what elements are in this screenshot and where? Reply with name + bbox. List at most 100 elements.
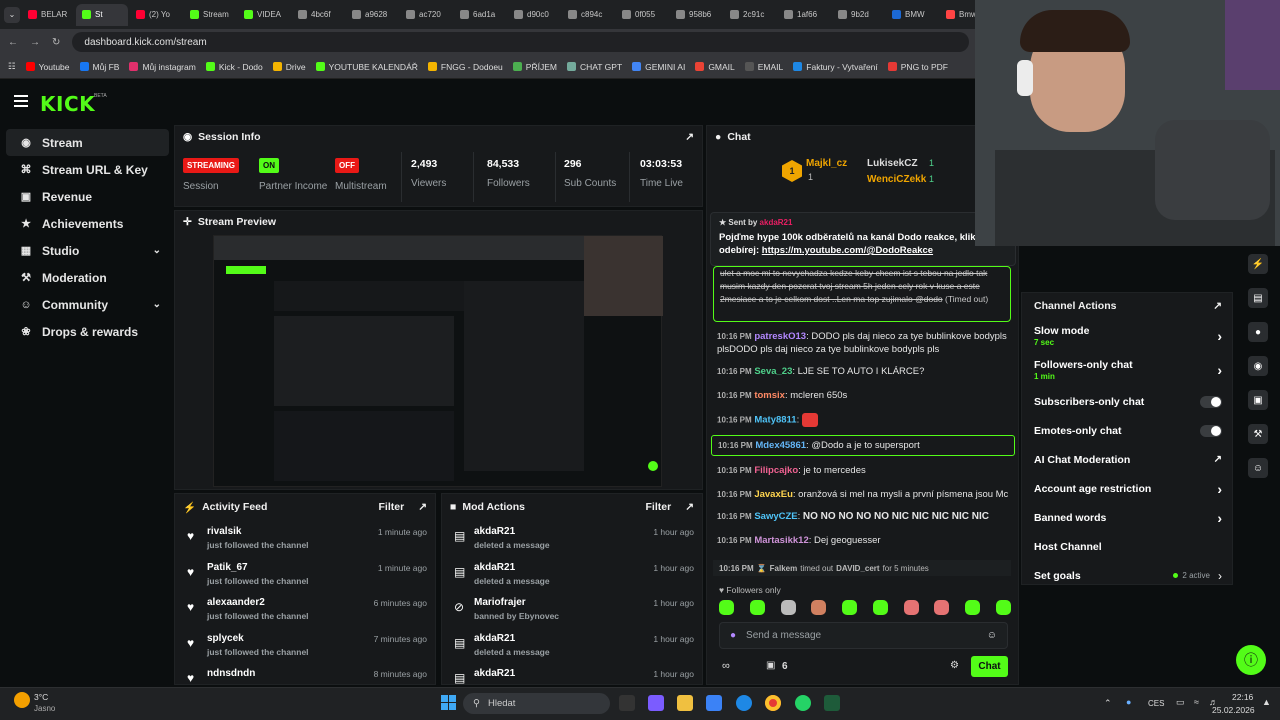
bookmark-item[interactable]: PNG to PDF [887, 62, 948, 72]
channel-action-ai-chat-moderation[interactable]: AI Chat Moderation ↗ [1022, 445, 1232, 474]
partner-income-toggle[interactable]: ON [259, 158, 279, 173]
feed-row[interactable]: ⊘ Mariofrajer banned by Ebynovec 1 hour ago [442, 591, 702, 627]
sidebar-item-revenue[interactable]: ▣ Revenue [6, 183, 169, 210]
monitor-icon[interactable]: ▭ [1176, 697, 1185, 708]
chat-message[interactable]: 10:16 PM JavaxEu: oranžová si mel na mys… [711, 485, 1015, 504]
browser-tab[interactable]: St [76, 3, 128, 26]
bookmark-item[interactable]: CHAT GPT [566, 62, 622, 72]
bookmark-item[interactable]: PŘÍJEM [512, 62, 557, 72]
bookmark-item[interactable]: Můj FB [79, 62, 119, 72]
microphone-icon[interactable]: ● [730, 630, 736, 641]
channel-action-followers-only-chat[interactable]: Followers-only chat 1 min › [1022, 353, 1232, 387]
channel-action-slow-mode[interactable]: Slow mode 7 sec › [1022, 319, 1232, 353]
browser-tab[interactable]: BMW [886, 4, 938, 26]
chat-message[interactable]: 10:16 PM Maty8811: [711, 410, 1015, 430]
wifi-icon[interactable]: ≈ [1194, 697, 1199, 707]
back-icon[interactable]: ← [8, 37, 18, 48]
copilot-icon[interactable] [648, 695, 664, 711]
feed-username[interactable]: alexaander2 [207, 597, 265, 608]
chevron-up-icon[interactable]: ⌃ [1104, 698, 1112, 709]
browser-tab[interactable]: d90c0 [508, 4, 560, 26]
windows-start-icon[interactable] [441, 695, 456, 710]
browser-tab[interactable]: a9628 [346, 4, 398, 26]
chat-message[interactable]: 10:16 PM tomsix: mcleren 650s [711, 386, 1015, 405]
store-icon[interactable] [706, 695, 722, 711]
activity-filter-button[interactable]: Filter [379, 501, 405, 513]
browser-tab[interactable]: 6ad1a [454, 4, 506, 26]
chat-username[interactable]: SawyCZE [754, 511, 797, 522]
chevron-right-icon[interactable]: › [1217, 362, 1222, 378]
whatsapp-icon[interactable] [795, 695, 811, 711]
feed-username[interactable]: Patik_67 [207, 562, 248, 573]
chat-username[interactable]: JavaxEu [754, 489, 793, 500]
task-view-icon[interactable] [619, 695, 635, 711]
browser-tab[interactable]: ac720 [400, 4, 452, 26]
chrome-icon[interactable] [765, 695, 781, 711]
chat-username[interactable]: Seva_23 [754, 366, 792, 377]
stream-preview-video[interactable] [213, 235, 663, 487]
browser-tab[interactable]: c894c [562, 4, 614, 26]
feed-username[interactable]: akdaR21 [474, 562, 515, 573]
multistream-toggle[interactable]: OFF [335, 158, 359, 173]
feed-row[interactable]: ▤ akdaR21 deleted a message 1 hour ago [442, 520, 702, 556]
bookmark-item[interactable]: Youtube [25, 62, 70, 72]
feed-username[interactable]: akdaR21 [474, 633, 515, 644]
feed-username[interactable]: akdaR21 [474, 668, 515, 679]
chevron-right-icon[interactable]: › [1217, 510, 1222, 526]
menu-icon[interactable] [14, 95, 28, 107]
feed-row[interactable]: ▤ akdaR21 deleted a message 1 hour ago [442, 556, 702, 592]
feed-username[interactable]: rivalsik [207, 526, 241, 537]
sidebar-item-community[interactable]: ☺ Community ⌄ [6, 291, 169, 318]
language-indicator[interactable]: CES [1148, 699, 1164, 708]
feed-row[interactable]: ▤ akdaR21 deleted a message 1 hour ago [442, 627, 702, 663]
chat-username[interactable]: Martasikk12 [754, 535, 808, 546]
emote-icon[interactable] [995, 600, 1011, 615]
emote-icon[interactable] [965, 600, 981, 615]
settings-icon[interactable]: ⚙ [950, 660, 959, 671]
emote-icon[interactable] [842, 600, 858, 615]
browser-tab[interactable]: BELAR [22, 4, 74, 26]
browser-tab[interactable]: (2) Yo [130, 4, 182, 26]
expand-icon[interactable]: ↗ [1213, 300, 1222, 312]
send-chat-button[interactable]: Chat [971, 656, 1008, 677]
chat-username[interactable]: Maty8811 [754, 415, 796, 426]
people-icon[interactable]: ☺ [1248, 458, 1268, 478]
emote-icon[interactable] [934, 600, 950, 615]
browser-tab[interactable]: 958b6 [670, 4, 722, 26]
chat-username[interactable]: patreskO13 [754, 331, 806, 342]
mod-filter-button[interactable]: Filter [646, 501, 672, 513]
bookmark-item[interactable]: Faktury - Vytvaření [793, 62, 878, 72]
feed-row[interactable]: ♥ alexaander2 just followed the channel 6 m… [175, 591, 435, 627]
emote-icon[interactable] [903, 600, 919, 615]
channel-action-emotes-only-chat[interactable]: Emotes-only chat [1022, 416, 1232, 445]
chat-bubble-icon[interactable]: ● [1248, 322, 1268, 342]
sidebar-item-stream[interactable]: ◉ Stream [6, 129, 169, 156]
edge-icon[interactable] [736, 695, 752, 711]
bookmark-item[interactable]: EMAIL [744, 62, 783, 72]
chevron-right-icon[interactable]: › [1217, 328, 1222, 344]
bookmark-item[interactable]: YOUTUBE KALENDÁŘ [315, 62, 418, 72]
emote-icon[interactable] [749, 600, 765, 615]
channel-action-host-channel[interactable]: Host Channel [1022, 532, 1232, 561]
chat-input[interactable]: ● Send a message ☺ [719, 622, 1008, 649]
forward-icon[interactable]: → [30, 37, 40, 48]
channel-action-account-age-restriction[interactable]: Account age restriction › [1022, 474, 1232, 503]
chevron-right-icon[interactable]: › [1218, 569, 1222, 583]
excel-icon[interactable] [824, 695, 840, 711]
broadcast-icon[interactable]: ◉ [1248, 356, 1268, 376]
headset-icon[interactable]: ⓘ [1236, 645, 1266, 675]
toggle-switch[interactable] [1200, 395, 1222, 408]
sidebar-item-stream-url-key[interactable]: ⌘ Stream URL & Key [6, 156, 169, 183]
chat-message[interactable]: 10:16 PM Mdex45861: @Dodo a je to supers… [711, 435, 1015, 456]
feed-row[interactable]: ♥ splycek just followed the channel 7 minut… [175, 627, 435, 663]
browser-tab[interactable]: Stream [184, 4, 236, 26]
pinned-link[interactable]: https://m.youtube.com/@DodoReakce [762, 245, 933, 256]
chevron-down-icon[interactable]: ⌄ [153, 245, 161, 256]
channel-action-subscribers-only-chat[interactable]: Subscribers-only chat [1022, 387, 1232, 416]
bookmark-item[interactable]: GMAIL [695, 62, 735, 72]
bookmark-item[interactable]: Drive [272, 62, 306, 72]
chat-username[interactable]: tomsix [754, 390, 785, 401]
emoji-icon[interactable]: ☺ [987, 630, 997, 641]
bookmark-item[interactable]: Můj instagram [129, 62, 196, 72]
sidebar-item-moderation[interactable]: ⚒ Moderation [6, 264, 169, 291]
